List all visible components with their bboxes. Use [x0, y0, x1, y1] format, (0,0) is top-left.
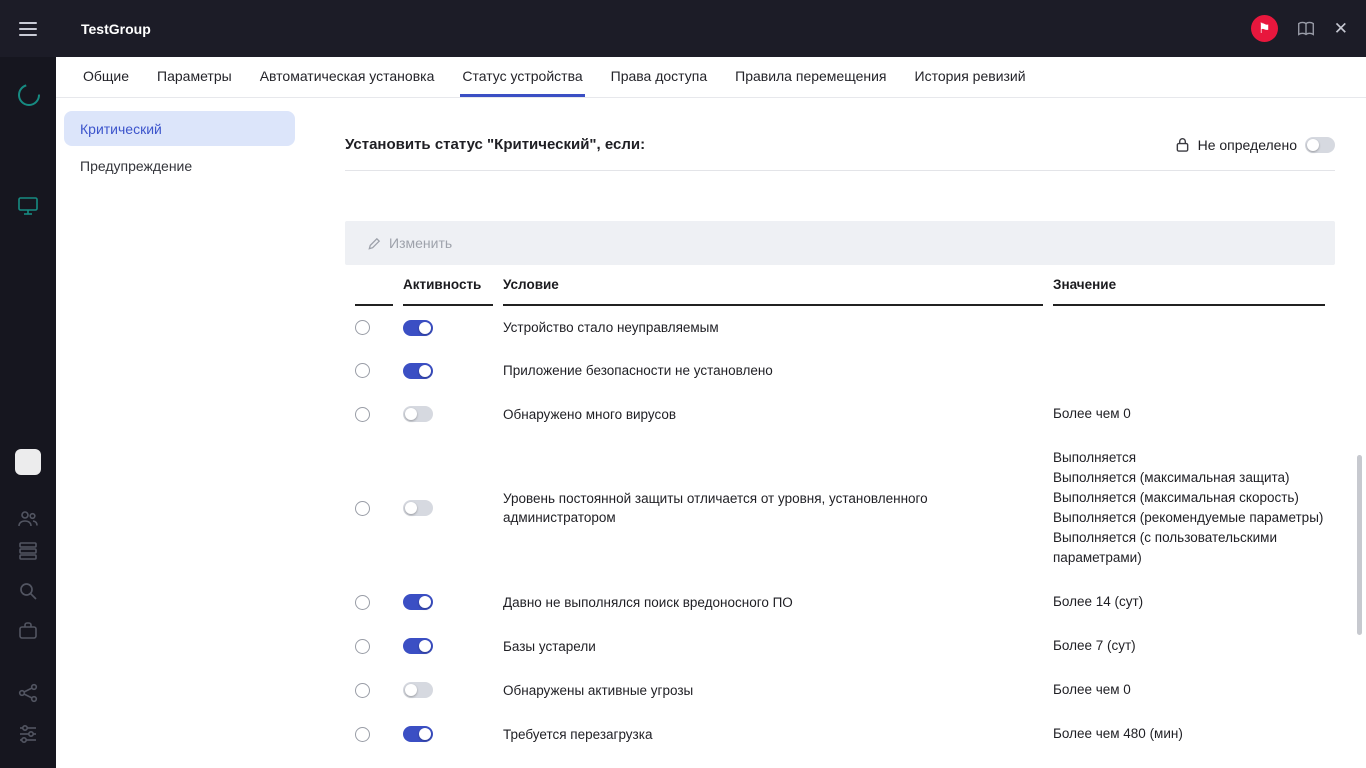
sidebar-item-0[interactable]: Критический: [64, 111, 295, 146]
activity-toggle[interactable]: [403, 726, 433, 742]
condition-cell: Приложение безопасности не установлено: [503, 349, 1043, 392]
table-row: Требуется перезагрузка Более чем 480 (ми…: [355, 712, 1325, 756]
row-select-radio[interactable]: [355, 320, 370, 335]
value-cell: Более чем 0: [1053, 668, 1325, 712]
activity-toggle[interactable]: [403, 594, 433, 610]
search-icon[interactable]: [17, 580, 39, 602]
value-cell: Более чем 0: [1053, 392, 1325, 436]
value-cell: Более чем 480 (мин): [1053, 712, 1325, 756]
row-select-radio[interactable]: [355, 683, 370, 698]
window-title: TestGroup: [81, 21, 151, 37]
condition-cell: Устройство стало неуправляемым: [503, 306, 1043, 349]
vertical-scrollbar[interactable]: [1357, 455, 1362, 635]
value-cell: Более 14 (сут): [1053, 580, 1325, 624]
table-header-row: Активность Условие Значение: [355, 265, 1325, 306]
tab-bar: Общие Параметры Автоматическая установка Ст…: [56, 57, 1366, 98]
condition-cell: Требуется перезагрузка: [503, 712, 1043, 756]
row-select-radio[interactable]: [355, 363, 370, 378]
content-area: Общие Параметры Автоматическая установка Ст…: [56, 57, 1366, 768]
tab-0[interactable]: Общие: [81, 57, 131, 97]
col-condition: Условие: [503, 265, 1043, 306]
condition-cell: Обнаружены активные угрозы: [503, 668, 1043, 712]
row-select-radio[interactable]: [355, 727, 370, 742]
panel-header: Установить статус "Критический", если: Н…: [345, 136, 1335, 171]
topbar-actions: ⚑ ✕: [1251, 15, 1366, 42]
activity-toggle[interactable]: [403, 500, 433, 516]
row-select-radio[interactable]: [355, 501, 370, 516]
row-select-radio[interactable]: [355, 407, 370, 422]
status-panel: Установить статус "Критический", если: Н…: [345, 98, 1335, 768]
undefined-toggle[interactable]: [1305, 137, 1335, 153]
activity-toggle[interactable]: [403, 406, 433, 422]
tab-3[interactable]: Статус устройства: [460, 57, 584, 97]
table-row: Приложение безопасности не установлено: [355, 349, 1325, 392]
col-value: Значение: [1053, 265, 1325, 306]
help-book-icon[interactable]: [1296, 20, 1316, 38]
undefined-control: Не определено: [1175, 137, 1335, 153]
table-row: Давно не выполнялся поиск вредоносного П…: [355, 580, 1325, 624]
row-select-radio[interactable]: [355, 639, 370, 654]
col-activity: Активность: [403, 265, 493, 306]
condition-cell: Обнаружено много вирусов: [503, 392, 1043, 436]
panel-title: Установить статус "Критический", если:: [345, 136, 645, 153]
value-cell: Более 7 (сут): [1053, 624, 1325, 668]
table-row: Обнаружено много вирусов Более чем 0: [355, 392, 1325, 436]
briefcase-icon[interactable]: [17, 620, 39, 642]
brand-flag-icon[interactable]: ⚑: [1251, 15, 1278, 42]
left-rail: [0, 57, 56, 768]
status-sidebar: КритическийПредупреждение: [56, 98, 345, 768]
conditions-tbody: Устройство стало неуправляемым Приложени…: [355, 306, 1325, 756]
topbar: TestGroup ⚑ ✕: [0, 0, 1366, 57]
tab-2[interactable]: Автоматическая установка: [258, 57, 437, 97]
sidebar-item-1[interactable]: Предупреждение: [64, 148, 295, 183]
activity-toggle[interactable]: [403, 682, 433, 698]
logo-ring-icon[interactable]: [17, 83, 41, 107]
col-select: [355, 265, 393, 306]
table-toolbar: Изменить: [345, 221, 1335, 265]
table-row: Уровень постоянной защиты отличается от …: [355, 436, 1325, 580]
value-cell: [1053, 306, 1325, 349]
undefined-label: Не определено: [1198, 137, 1297, 153]
value-cell: Выполняется Выполняется (максимальная за…: [1053, 436, 1325, 580]
edit-label: Изменить: [389, 235, 452, 251]
table-row: Базы устарели Более 7 (сут): [355, 624, 1325, 668]
topology-icon[interactable]: [17, 682, 39, 704]
table-row: Обнаружены активные угрозы Более чем 0: [355, 668, 1325, 712]
settings-sliders-icon[interactable]: [17, 722, 39, 744]
servers-stack-icon[interactable]: [17, 540, 39, 562]
tab-5[interactable]: Правила перемещения: [733, 57, 888, 97]
edit-button[interactable]: Изменить: [361, 234, 458, 252]
condition-cell: Давно не выполнялся поиск вредоносного П…: [503, 580, 1043, 624]
tab-1[interactable]: Параметры: [155, 57, 234, 97]
conditions-table: Активность Условие Значение Устройство с…: [345, 265, 1335, 756]
condition-cell: Базы устарели: [503, 624, 1043, 668]
condition-cell: Уровень постоянной защиты отличается от …: [503, 436, 1043, 580]
table-row: Устройство стало неуправляемым: [355, 306, 1325, 349]
activity-toggle[interactable]: [403, 363, 433, 379]
menu-icon[interactable]: [0, 0, 56, 57]
pencil-icon: [367, 236, 382, 251]
row-select-radio[interactable]: [355, 595, 370, 610]
activity-toggle[interactable]: [403, 638, 433, 654]
active-section-tile[interactable]: [15, 449, 41, 475]
tab-6[interactable]: История ревизий: [913, 57, 1028, 97]
close-icon[interactable]: ✕: [1334, 20, 1348, 37]
activity-toggle[interactable]: [403, 320, 433, 336]
value-cell: [1053, 349, 1325, 392]
users-icon[interactable]: [17, 508, 39, 530]
devices-monitor-icon[interactable]: [17, 195, 39, 217]
tab-4[interactable]: Права доступа: [609, 57, 709, 97]
lock-icon: [1175, 137, 1190, 153]
